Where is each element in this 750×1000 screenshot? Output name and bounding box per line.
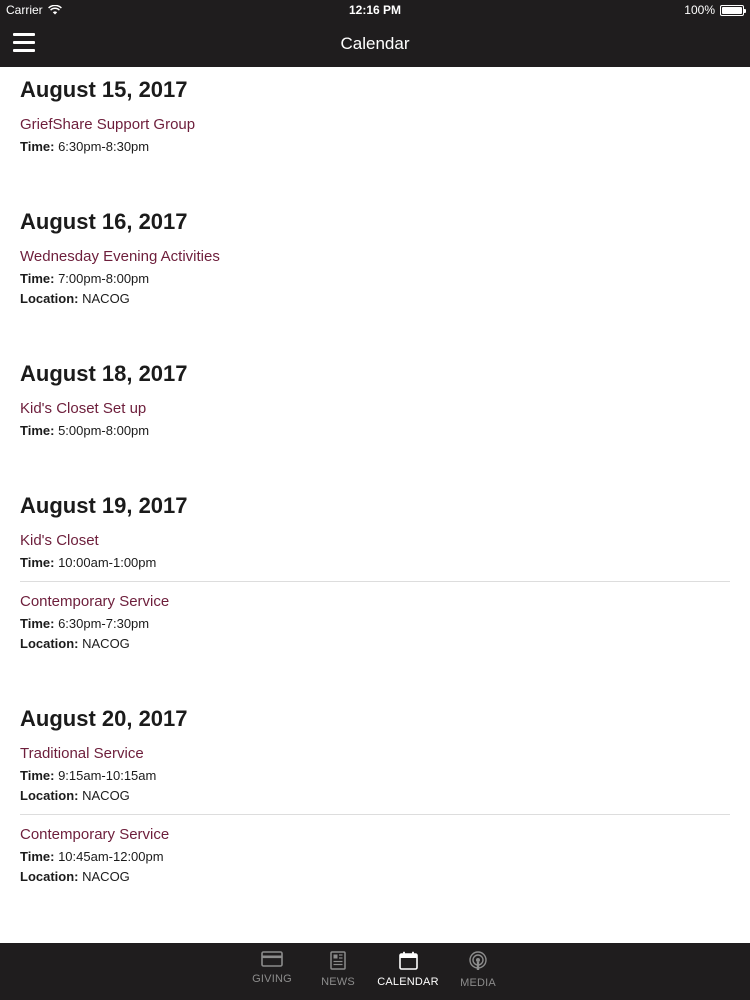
battery-percent: 100% (684, 3, 715, 17)
calendar-day: August 16, 2017 Wednesday Evening Activi… (0, 199, 750, 317)
calendar-event[interactable]: Kid's Closet Time: 10:00am-1:00pm (20, 531, 730, 581)
event-time: Time: 6:30pm-8:30pm (20, 139, 150, 154)
event-title[interactable]: GriefShare Support Group (20, 115, 730, 135)
event-location: Location: NACOG (20, 636, 130, 651)
battery-icon (720, 4, 746, 16)
day-heading: August 16, 2017 (20, 209, 188, 234)
calendar-event[interactable]: Contemporary Service Time: 10:45am-12:00… (20, 814, 730, 895)
event-time: Time: 10:45am-12:00pm (20, 849, 164, 864)
calendar-event[interactable]: Contemporary Service Time: 6:30pm-7:30pm… (20, 581, 730, 662)
calendar-event[interactable]: Traditional Service Time: 9:15am-10:15am… (20, 744, 730, 814)
event-title[interactable]: Kid's Closet (20, 531, 730, 551)
calendar-day: August 15, 2017 GriefShare Support Group… (0, 67, 750, 165)
tab-label: MEDIA (460, 977, 496, 989)
event-title[interactable]: Contemporary Service (20, 825, 730, 845)
calendar-day: August 19, 2017 Kid's Closet Time: 10:00… (0, 483, 750, 662)
event-title[interactable]: Traditional Service (20, 744, 730, 764)
tab-label: NEWS (321, 976, 355, 988)
tab-media[interactable]: MEDIA (449, 943, 507, 1000)
calendar-event[interactable]: Kid's Closet Set up Time: 5:00pm-8:00pm (20, 399, 730, 449)
status-right: 100% (684, 3, 746, 17)
tab-bar: GIVING NEWS CALENDAR MEDIA (0, 943, 750, 1000)
tab-news[interactable]: NEWS (309, 943, 367, 1000)
day-heading: August 19, 2017 (20, 493, 188, 518)
event-title[interactable]: Contemporary Service (20, 592, 730, 612)
tab-label: CALENDAR (377, 976, 439, 988)
calendar-day: August 23, 2017 (0, 929, 750, 943)
calendar-day: August 20, 2017 Traditional Service Time… (0, 696, 750, 895)
event-time: Time: 9:15am-10:15am (20, 768, 157, 783)
event-title[interactable]: Wednesday Evening Activities (20, 247, 730, 267)
page-title: Calendar (340, 34, 410, 53)
event-time: Time: 7:00pm-8:00pm (20, 271, 150, 286)
tab-calendar[interactable]: CALENDAR (375, 943, 441, 1000)
newspaper-icon (330, 951, 346, 970)
status-time: 12:16 PM (348, 3, 402, 17)
tab-giving[interactable]: GIVING (243, 943, 301, 1000)
calendar-day: August 18, 2017 Kid's Closet Set up Time… (0, 351, 750, 449)
calendar-event[interactable]: GriefShare Support Group Time: 6:30pm-8:… (20, 115, 730, 165)
day-heading: August 15, 2017 (20, 77, 188, 102)
calendar-list[interactable]: August 15, 2017 GriefShare Support Group… (0, 67, 750, 943)
day-heading: August 20, 2017 (20, 706, 188, 731)
calendar-icon (398, 951, 418, 970)
event-title[interactable]: Kid's Closet Set up (20, 399, 730, 419)
nav-bar: Calendar (0, 20, 750, 67)
calendar-event[interactable]: Wednesday Evening Activities Time: 7:00p… (20, 247, 730, 317)
event-location: Location: NACOG (20, 869, 130, 884)
podcast-icon (469, 951, 487, 970)
event-location: Location: NACOG (20, 291, 130, 306)
day-heading: August 18, 2017 (20, 361, 188, 386)
event-time: Time: 6:30pm-7:30pm (20, 616, 150, 631)
event-time: Time: 10:00am-1:00pm (20, 555, 157, 570)
card-icon (261, 951, 283, 967)
status-bar: Carrier 12:16 PM 100% (0, 0, 750, 20)
tab-label: GIVING (252, 973, 292, 985)
event-time: Time: 5:00pm-8:00pm (20, 423, 150, 438)
event-location: Location: NACOG (20, 788, 130, 803)
hamburger-menu-icon[interactable] (13, 33, 35, 53)
day-heading: August 23, 2017 (20, 929, 730, 943)
